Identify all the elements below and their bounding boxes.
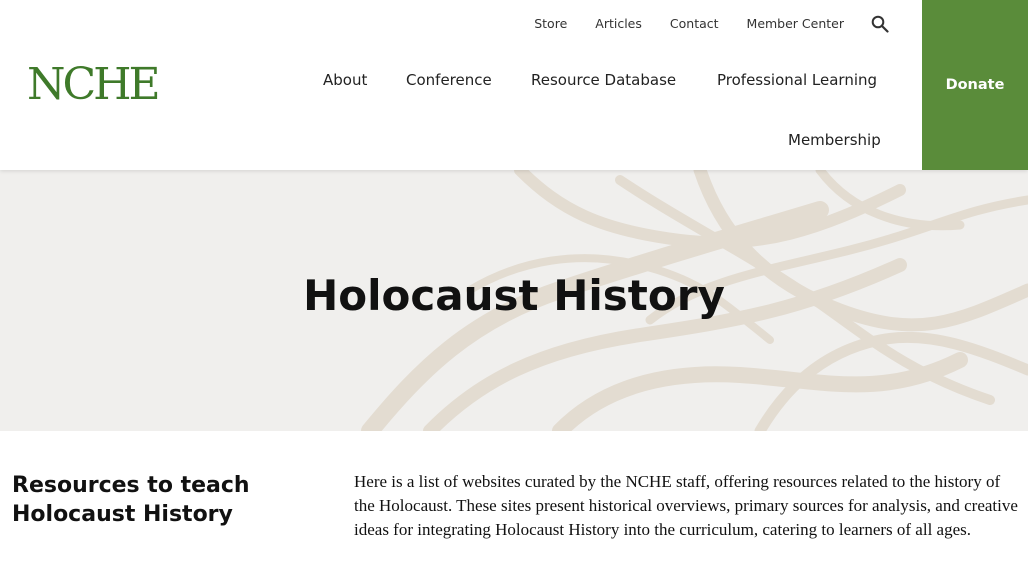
donate-button[interactable]: Donate xyxy=(922,0,1028,170)
page-title: Holocaust History xyxy=(303,271,725,320)
nav-conference[interactable]: Conference xyxy=(406,70,492,90)
top-link-contact[interactable]: Contact xyxy=(670,14,719,34)
utility-nav: Store Articles Contact Member Center xyxy=(506,14,844,34)
top-link-member-center[interactable]: Member Center xyxy=(747,14,844,34)
nav-resource-database[interactable]: Resource Database xyxy=(531,70,676,90)
top-link-store[interactable]: Store xyxy=(534,14,567,34)
top-link-articles[interactable]: Articles xyxy=(595,14,642,34)
intro-paragraph: Here is a list of websites curated by th… xyxy=(354,472,1018,539)
hero-banner: Holocaust History xyxy=(0,170,1028,431)
nav-membership[interactable]: Membership xyxy=(788,130,881,150)
search-icon[interactable] xyxy=(871,15,889,33)
nav-professional-learning[interactable]: Professional Learning xyxy=(717,70,877,90)
main-content: Resources to teach Holocaust History Her… xyxy=(0,431,1028,578)
nav-about[interactable]: About xyxy=(323,70,367,90)
nche-logo[interactable]: NCHE xyxy=(27,58,161,112)
site-header: NCHE Store Articles Contact Member Cente… xyxy=(0,0,1028,170)
section-heading: Resources to teach Holocaust History xyxy=(12,473,250,527)
